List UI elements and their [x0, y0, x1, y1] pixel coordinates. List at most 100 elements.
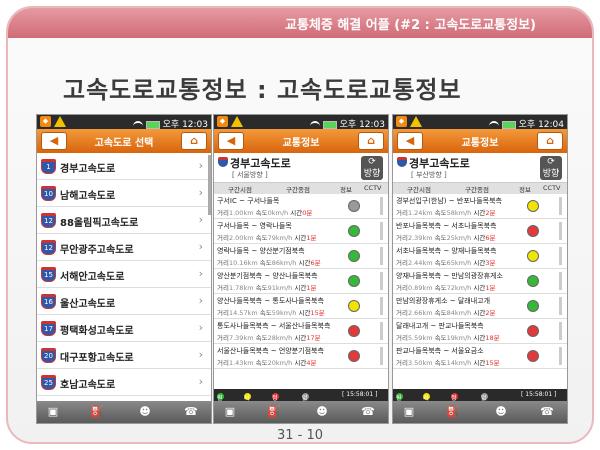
segment-to: 서울요금소 — [451, 347, 484, 355]
segment-row[interactable]: 구서나들목 ~ 영락나들목 거리2.00km 속도79km/h 시간1분 — [214, 219, 388, 244]
dist-number: 2.00 — [228, 234, 244, 242]
dist-value: 3.50km — [408, 359, 433, 367]
nav-call-icon[interactable]: ☎ — [360, 404, 376, 420]
dist-label: 거리 — [396, 309, 408, 317]
highway-list-item[interactable]: 20 대구포항고속도로 › — [37, 342, 211, 369]
segment-row[interactable]: 통도사나들목북측 ~ 서울산나들목북측 거리7.39km 속도28km/h 시간1… — [214, 319, 388, 344]
highway-name: 서해안고속도로 — [60, 272, 125, 283]
battery-icon — [322, 120, 337, 129]
nav-call-icon[interactable]: ☎ — [539, 404, 555, 420]
speed-number: 86 — [271, 259, 281, 267]
highway-list-item[interactable]: 16 울산고속도로 › — [37, 288, 211, 315]
cctv-scroll-icon[interactable] — [559, 297, 562, 315]
cctv-scroll-icon[interactable] — [559, 322, 562, 340]
col-end: 구간종점 — [286, 186, 310, 194]
time-value: 시간15분 — [299, 309, 325, 317]
nav-people-icon[interactable]: ☻ — [137, 404, 153, 420]
time-value: 시간1분 — [473, 284, 495, 292]
segment-row[interactable]: 반포나들목북측 ~ 서초나들목북측 거리2.39km 속도25km/h 시간6분 — [393, 219, 567, 244]
segment-row[interactable]: 영락나들목 ~ 양산분기점북측 거리10.16km 속도86km/h 시간6분 — [214, 244, 388, 269]
segment-row[interactable]: 서초나들목북측 ~ 양재나들목북측 거리2.44km 속도65km/h 시간3분 — [393, 244, 567, 269]
highway-list-item[interactable]: 15 서해안고속도로 › — [37, 261, 211, 288]
chevron-right-icon: › — [198, 267, 203, 280]
segment-to: 언양분기점북측 — [278, 347, 324, 355]
segment-from: 판교나들목북측 — [396, 347, 442, 355]
segment-separator: ~ — [249, 247, 260, 255]
speed-label: 속도 — [255, 359, 268, 367]
highway-list-item[interactable]: 25 호남고속도로 › — [37, 369, 211, 396]
time-number: 15분 — [310, 309, 324, 317]
cctv-scroll-icon[interactable] — [559, 197, 562, 215]
scrollbar[interactable] — [208, 155, 211, 215]
highway-list-item[interactable]: 12 88올림픽고속도로 › — [37, 207, 211, 234]
nav-fuel-icon[interactable]: ⛽ — [89, 404, 105, 420]
page-title: 고속도로교통정보 : 고속도로교통정보 — [63, 76, 462, 104]
dist-number: 1.24 — [407, 209, 423, 217]
highway-list-item[interactable]: 10 남해고속도로 › — [37, 180, 211, 207]
time-value: 시간2분 — [473, 309, 495, 317]
segment-from: 통도사나들목북측 — [217, 322, 269, 330]
time-label: 시간 — [294, 234, 307, 242]
segment-separator: ~ — [441, 222, 452, 230]
home-button[interactable]: ⌂ — [358, 132, 384, 150]
cctv-scroll-icon[interactable] — [380, 272, 383, 290]
time-unit: 분 — [489, 234, 496, 242]
status-red-icon — [348, 350, 360, 362]
nav-people-icon[interactable]: ☻ — [493, 404, 509, 420]
segment-row[interactable]: 양산분기점북측 ~ 양산나들목북측 거리1.78km 속도91km/h 시간1분 — [214, 269, 388, 294]
cctv-scroll-icon[interactable] — [380, 297, 383, 315]
home-button[interactable]: ⌂ — [537, 132, 563, 150]
highway-shield-icon: 20 — [41, 348, 56, 363]
cctv-scroll-icon[interactable] — [380, 222, 383, 240]
direction-toggle-button[interactable]: ⟳ 방향 — [540, 156, 562, 180]
nav-cctv-icon[interactable]: ▣ — [45, 404, 61, 420]
cctv-scroll-icon[interactable] — [380, 197, 383, 215]
segment-row[interactable]: 만남의광장휴게소 ~ 달래내고개 거리2.66km 속도84km/h 시간2분 — [393, 294, 567, 319]
nav-call-icon[interactable]: ☎ — [183, 404, 199, 420]
cctv-scroll-icon[interactable] — [380, 247, 383, 265]
segment-row[interactable]: 서울산나들목북측 ~ 언양분기점북측 거리1.43km 속도20km/h 시간4분 — [214, 344, 388, 369]
col-info: 정보 — [340, 186, 352, 194]
speed-value: 84km/h — [447, 309, 472, 317]
nav-cctv-icon[interactable]: ▣ — [222, 404, 238, 420]
dist-label: 거리 — [396, 209, 408, 217]
cctv-scroll-icon[interactable] — [559, 247, 562, 265]
segment-row[interactable]: 판교나들목북측 ~ 서울요금소 거리3.50km 속도14km/h 시간15분 — [393, 344, 567, 369]
segment-row[interactable]: 양재나들목북측 ~ 만남의광장휴게소 거리0.89km 속도72km/h 시간1분 — [393, 269, 567, 294]
status-bar: ◆ 오후 12:04 — [393, 115, 567, 130]
speed-value: 65km/h — [447, 259, 472, 267]
speed-label: 속도 — [259, 309, 272, 317]
segment-row[interactable]: 경부선입구(한남) ~ 반포나들목북측 거리1.24km 속도58km/h 시간2… — [393, 194, 567, 219]
time-unit: 분 — [310, 284, 317, 292]
segment-separator: ~ — [447, 297, 458, 305]
speed-number: 65 — [446, 259, 455, 267]
dist-number: 10.16 — [228, 259, 248, 267]
col-end: 구간종점 — [465, 186, 489, 194]
time-unit: 분 — [314, 259, 321, 267]
highway-list-item[interactable]: 1 경부고속도로 › — [37, 153, 211, 180]
cctv-scroll-icon[interactable] — [380, 322, 383, 340]
highway-list-item[interactable]: 12 무안광주고속도로 › — [37, 234, 211, 261]
segment-row[interactable]: 달래내고개 ~ 판교나들목북측 거리5.59km 속도19km/h 시간18분 — [393, 319, 567, 344]
speed-value: 19km/h — [447, 334, 472, 342]
segment-row[interactable]: 양산나들목북측 ~ 통도사나들목북측 거리14.57km 속도59km/h 시간1… — [214, 294, 388, 319]
highway-list-item[interactable]: 17 평택화성고속도로 › — [37, 315, 211, 342]
nav-fuel-icon[interactable]: ⛽ — [266, 404, 282, 420]
segment-route: 달래내고개 ~ 판교나들목북측 — [396, 321, 484, 331]
home-button[interactable]: ⌂ — [181, 132, 207, 150]
segment-route: 서울산나들목북측 ~ 언양분기점북측 — [217, 346, 324, 356]
cctv-scroll-icon[interactable] — [559, 272, 562, 290]
segment-row[interactable]: 구서IC ~ 구서나들목 거리1.00km 속도0km/h 시간0분 — [214, 194, 388, 219]
nav-fuel-icon[interactable]: ⛽ — [445, 404, 461, 420]
nav-people-icon[interactable]: ☻ — [314, 404, 330, 420]
cctv-scroll-icon[interactable] — [380, 347, 383, 365]
cctv-scroll-icon[interactable] — [559, 222, 562, 240]
nav-cctv-icon[interactable]: ▣ — [401, 404, 417, 420]
dist-value: 7.39km — [229, 334, 254, 342]
dist-value: 2.44km — [408, 259, 433, 267]
segment-to: 영락나들목 — [259, 222, 292, 230]
road-direction: [ 부산방향 ] — [411, 171, 447, 179]
speed-value: 25km/h — [447, 234, 472, 242]
direction-toggle-button[interactable]: ⟳ 방향 — [361, 156, 383, 180]
cctv-scroll-icon[interactable] — [559, 347, 562, 365]
